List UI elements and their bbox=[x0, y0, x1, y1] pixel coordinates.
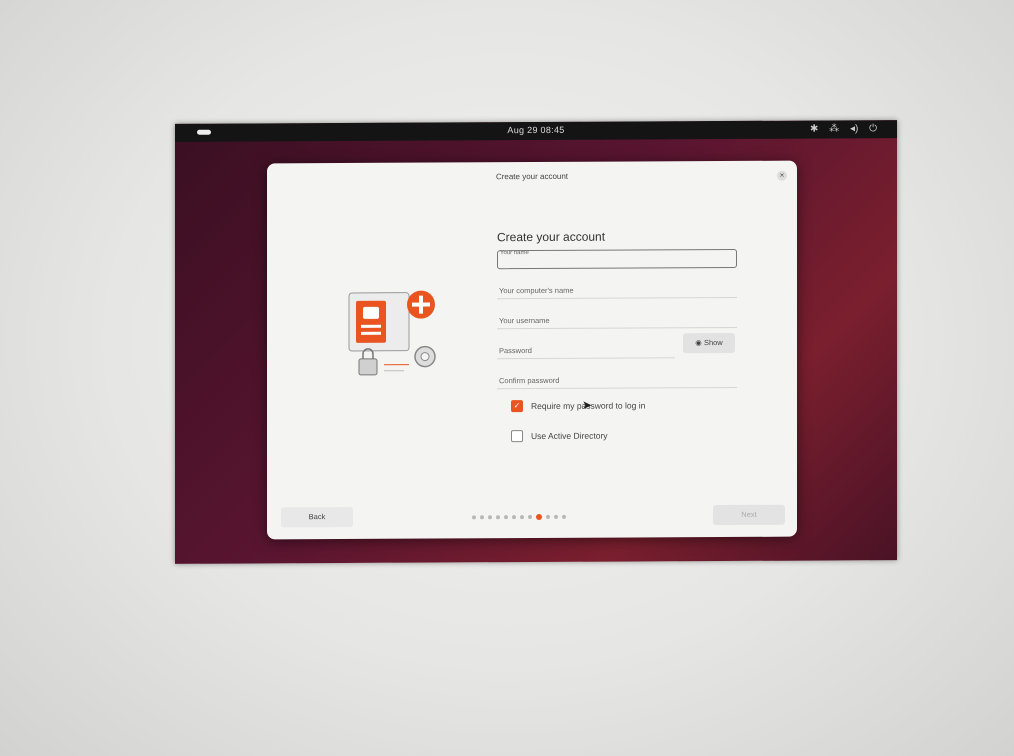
monitor-screen: Aug 29 08:45 ✱ ⁂ ◂) ⏻ Create your accoun… bbox=[175, 120, 897, 564]
show-label: Show bbox=[703, 338, 723, 348]
next-button[interactable]: Next bbox=[713, 504, 785, 526]
volume-icon[interactable]: ◂) bbox=[850, 123, 858, 134]
active-directory-label: Use Active Directory bbox=[531, 430, 608, 442]
step-dot bbox=[512, 515, 516, 520]
confirm-password-field[interactable]: Confirm password bbox=[497, 368, 737, 390]
username-field[interactable]: Your username bbox=[497, 308, 737, 330]
clock[interactable]: Aug 29 08:45 bbox=[175, 123, 897, 137]
step-indicator bbox=[472, 513, 570, 521]
close-button[interactable]: × bbox=[777, 170, 787, 181]
mouse-pointer-icon: ➤ bbox=[582, 398, 593, 412]
password-field[interactable]: Password ◉ Show bbox=[497, 332, 735, 360]
current-step-dot bbox=[536, 513, 542, 520]
confirm-password-label: Confirm password bbox=[499, 375, 560, 386]
step-dot bbox=[546, 514, 550, 519]
dialog-title: Create your account bbox=[495, 171, 569, 182]
step-dot bbox=[472, 515, 476, 520]
accessibility-icon[interactable]: ✱ bbox=[810, 124, 818, 135]
computer-name-label: Your computer's name bbox=[499, 285, 574, 296]
name-label: Your name bbox=[500, 250, 529, 257]
installer-dialog: Create your account × Create your accoun… bbox=[267, 160, 797, 540]
require-password-option[interactable]: ✓ Require my password to log in bbox=[511, 399, 737, 413]
top-bar: Aug 29 08:45 ✱ ⁂ ◂) ⏻ bbox=[175, 120, 897, 142]
step-dot bbox=[562, 514, 566, 519]
active-directory-checkbox[interactable] bbox=[511, 430, 523, 443]
step-dot bbox=[520, 515, 524, 520]
system-tray[interactable]: ✱ ⁂ ◂) ⏻ bbox=[802, 123, 877, 134]
show-password-button[interactable]: ◉ Show bbox=[683, 332, 735, 354]
step-dot bbox=[480, 515, 484, 520]
computer-name-field[interactable]: Your computer's name bbox=[497, 278, 737, 300]
active-directory-option[interactable]: Use Active Directory bbox=[511, 429, 737, 443]
form-heading: Create your account bbox=[497, 229, 606, 245]
password-label: Password bbox=[499, 346, 532, 356]
step-dot bbox=[528, 515, 532, 520]
account-illustration bbox=[348, 290, 436, 376]
step-dot bbox=[504, 515, 508, 520]
account-form: Create your account Your name Your compu… bbox=[497, 229, 737, 443]
step-dot bbox=[496, 515, 500, 520]
back-button[interactable]: Back bbox=[281, 506, 353, 528]
username-label: Your username bbox=[499, 315, 550, 326]
step-dot bbox=[488, 515, 492, 520]
step-dot bbox=[554, 514, 558, 519]
network-icon[interactable]: ⁂ bbox=[829, 123, 839, 134]
eye-icon: ◉ bbox=[695, 338, 704, 348]
power-icon[interactable]: ⏻ bbox=[869, 123, 877, 134]
name-field[interactable]: Your name bbox=[497, 248, 737, 270]
require-password-checkbox[interactable]: ✓ bbox=[511, 400, 523, 413]
